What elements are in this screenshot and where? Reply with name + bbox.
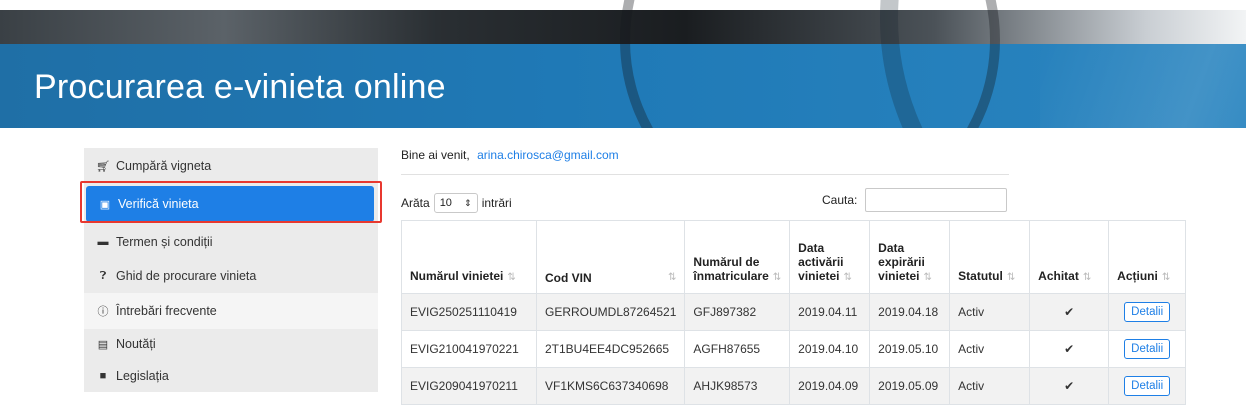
cell-actions: Detalii bbox=[1108, 330, 1187, 368]
cell-activation-date: 2019.04.10 bbox=[789, 330, 871, 368]
newspaper-icon: ▤ bbox=[97, 338, 109, 351]
banner-sheen bbox=[1040, 44, 1246, 128]
cell-vin: 2T1BU4EE4DC952665 bbox=[535, 330, 686, 368]
sort-icon: ⇅ bbox=[772, 272, 782, 283]
paid-check-icon: ✔ bbox=[1029, 293, 1110, 331]
sidebar-item-guide[interactable]: ❓︎ Ghid de procurare vinieta bbox=[84, 258, 378, 294]
cell-number: EVIG210041970221 bbox=[401, 330, 537, 368]
sidebar-item-news[interactable]: ▤ Noutăți bbox=[84, 326, 378, 362]
show-label: Arăta bbox=[401, 196, 430, 210]
sidebar-item-legislation[interactable]: ■ Legislația bbox=[84, 358, 378, 394]
column-header-paid[interactable]: Achitat ⇅ bbox=[1029, 220, 1110, 294]
cell-activation-date: 2019.04.09 bbox=[789, 367, 871, 405]
info-circle-icon: ⓘ bbox=[97, 306, 109, 318]
column-header-status[interactable]: Statutul ⇅ bbox=[949, 220, 1031, 294]
sort-icon: ⇅ bbox=[668, 272, 677, 283]
sidebar-item-label: Întrebări frecvente bbox=[116, 304, 217, 318]
sort-icon: ⇅ bbox=[843, 272, 852, 283]
file-icon: ■ bbox=[99, 370, 107, 382]
table-row: EVIG209041970211 VF1KMS6C637340698 AHJK9… bbox=[401, 367, 1187, 405]
cell-status: Activ bbox=[949, 293, 1031, 331]
sort-icon: ⇅ bbox=[507, 272, 516, 283]
cell-expiry-date: 2019.04.18 bbox=[869, 293, 951, 331]
sidebar-item-terms[interactable]: ▬ Termen și condiții bbox=[84, 224, 378, 260]
sort-icon: ⇅ bbox=[1161, 272, 1171, 283]
cell-activation-date: 2019.04.11 bbox=[789, 293, 871, 331]
cell-plate: AHJK98573 bbox=[684, 367, 791, 405]
entries-label: intrări bbox=[481, 196, 512, 210]
question-circle-icon: ❓︎ bbox=[99, 269, 107, 282]
highlight-annotation bbox=[80, 181, 382, 223]
search-label: Cauta: bbox=[822, 193, 858, 207]
sidebar-item-label: Ghid de procurare vinieta bbox=[116, 269, 257, 283]
cell-vin: VF1KMS6C637340698 bbox=[535, 367, 686, 405]
welcome-text: Bine ai venit, bbox=[401, 148, 470, 162]
page-length-value: 10 bbox=[439, 197, 452, 209]
sort-icon: ⇅ bbox=[1082, 272, 1092, 283]
sort-icon: ⇅ bbox=[923, 272, 932, 283]
details-button[interactable]: Detalii bbox=[1124, 302, 1171, 322]
paid-check-icon: ✔ bbox=[1029, 367, 1110, 405]
sort-icon: ⇅ bbox=[1006, 272, 1016, 283]
sidebar-item-label: Cumpără vigneta bbox=[116, 159, 212, 173]
page-title: Procurarea e-vinieta online bbox=[34, 68, 446, 106]
user-email-link[interactable]: arina.chirosca@gmail.com bbox=[477, 148, 619, 162]
vignettes-table: Numărul vinietei ⇅ Cod VIN ⇅ Numărul de în… bbox=[401, 220, 1187, 405]
column-header-activation-date[interactable]: Data activării vinietei ⇅ bbox=[789, 220, 871, 294]
search-input[interactable] bbox=[865, 188, 1008, 212]
sidebar-item-label: Legislația bbox=[116, 369, 169, 383]
select-arrows-icon: ⇕ bbox=[464, 197, 472, 208]
cell-actions: Detalii bbox=[1108, 293, 1187, 331]
table-header-row: Numărul vinietei ⇅ Cod VIN ⇅ Numărul de în… bbox=[401, 220, 1187, 294]
details-button[interactable]: Detalii bbox=[1124, 376, 1171, 396]
sidebar-item-label: Termen și condiții bbox=[116, 235, 213, 249]
cell-status: Activ bbox=[949, 330, 1031, 368]
column-header-expiry-date[interactable]: Data expirării vinietei ⇅ bbox=[869, 220, 951, 294]
column-header-vin[interactable]: Cod VIN ⇅ bbox=[535, 220, 686, 294]
cell-number: EVIG209041970211 bbox=[401, 367, 537, 405]
cell-expiry-date: 2019.05.10 bbox=[869, 330, 951, 368]
cell-expiry-date: 2019.05.09 bbox=[869, 367, 951, 405]
header-banner: Procurarea e-vinieta online bbox=[0, 0, 1246, 128]
cell-plate: AGFH87655 bbox=[684, 330, 791, 368]
search-control: Cauta: bbox=[822, 188, 1008, 212]
cart-icon: 🛒︎ bbox=[96, 160, 110, 173]
page-length-control: Arăta 10 ⇕ intrări bbox=[401, 193, 512, 213]
divider bbox=[401, 174, 1009, 175]
sidebar-item-label: Noutăți bbox=[116, 337, 156, 351]
cell-status: Activ bbox=[949, 367, 1031, 405]
banner-photo bbox=[0, 0, 1246, 128]
table-row: EVIG250251110419 GERROUMDL87264521 GFJ89… bbox=[401, 293, 1187, 331]
sidebar-item-buy-vignette[interactable]: 🛒︎ Cumpără vigneta bbox=[84, 148, 378, 184]
cell-vin: GERROUMDL87264521 bbox=[535, 293, 686, 331]
page-length-select[interactable]: 10 ⇕ bbox=[433, 193, 478, 213]
cell-actions: Detalii bbox=[1108, 367, 1187, 405]
column-header-plate[interactable]: Numărul de înmatriculare ⇅ bbox=[684, 220, 791, 294]
column-header-number[interactable]: Numărul vinietei ⇅ bbox=[401, 220, 537, 294]
cell-number: EVIG250251110419 bbox=[401, 293, 537, 331]
column-header-actions[interactable]: Acțiuni ⇅ bbox=[1108, 220, 1187, 294]
welcome-message: Bine ai venit, arina.chirosca@gmail.com bbox=[401, 148, 619, 162]
comments-icon: ▬ bbox=[97, 236, 109, 248]
sidebar-item-faq[interactable]: ⓘ Întrebări frecvente bbox=[84, 293, 378, 329]
details-button[interactable]: Detalii bbox=[1124, 339, 1171, 359]
table-row: EVIG210041970221 2T1BU4EE4DC952665 AGFH8… bbox=[401, 330, 1187, 368]
cell-plate: GFJ897382 bbox=[684, 293, 791, 331]
paid-check-icon: ✔ bbox=[1029, 330, 1110, 368]
